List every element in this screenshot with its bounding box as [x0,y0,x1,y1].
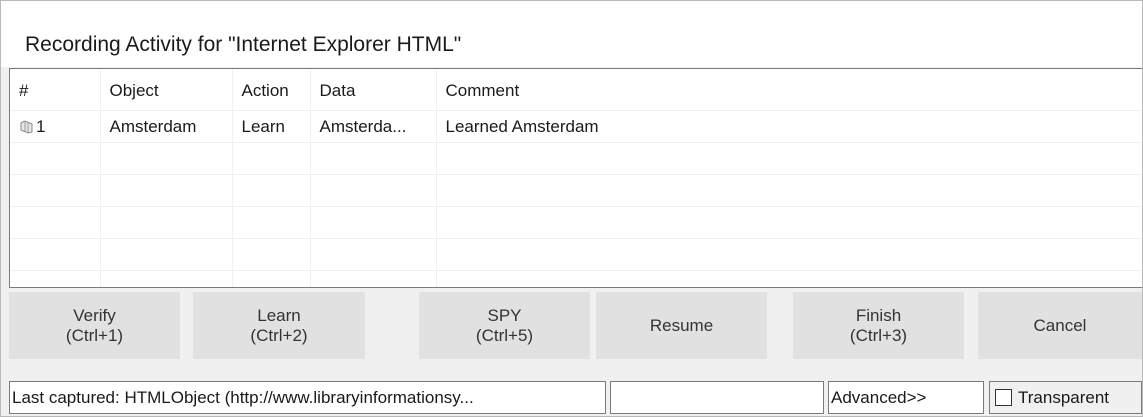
verify-button-label: Verify [73,305,116,325]
table-cell-comment: Learned Amsterdam [436,110,1142,143]
table-cell-data: Amsterda... [310,110,437,143]
button-bar: Verify (Ctrl+1) Learn (Ctrl+2) SPY (Ctrl… [9,292,1142,362]
status-extra-field [610,381,824,414]
last-captured-field: Last captured: HTMLObject (http://www.li… [9,381,606,414]
table-row-empty [10,142,1142,175]
title-bar: Recording Activity for "Internet Explore… [1,1,1142,67]
advanced-button[interactable]: Advanced>> [828,381,984,414]
activity-table: # Object Action Data Comment 1 Amsterdam [10,69,1142,287]
cancel-button-label: Cancel [1033,315,1087,335]
column-header-object[interactable]: Object [100,69,233,111]
row-index: 1 [36,116,46,136]
spy-button[interactable]: SPY (Ctrl+5) [419,292,590,359]
activity-grid[interactable]: # Object Action Data Comment 1 Amsterdam [9,68,1142,288]
table-row[interactable]: 1 Amsterdam Learn Amsterda... Learned Am… [10,110,1142,143]
column-header-data[interactable]: Data [310,69,437,111]
table-cell-index: 1 [10,110,101,143]
column-header-index[interactable]: # [10,69,101,111]
column-header-comment[interactable]: Comment [436,69,1142,111]
recording-row-icon [20,119,33,134]
window-title: Recording Activity for "Internet Explore… [25,33,462,56]
recording-activity-window: Recording Activity for "Internet Explore… [0,0,1143,417]
resume-button[interactable]: Resume [596,292,767,359]
table-cell-object: Amsterdam [100,110,233,143]
finish-button-label: Finish [855,305,902,325]
verify-button-shortcut: (Ctrl+1) [65,325,124,345]
table-row-empty [10,174,1142,207]
status-bar: Last captured: HTMLObject (http://www.li… [9,381,1142,415]
finish-button[interactable]: Finish (Ctrl+3) [793,292,964,359]
learn-button-label: Learn [257,305,301,325]
table-row-empty [10,238,1142,271]
learn-button-shortcut: (Ctrl+2) [250,325,308,345]
cancel-button[interactable]: Cancel [978,292,1142,359]
table-cell-action: Learn [232,110,311,143]
table-header-row: # Object Action Data Comment [10,69,1142,111]
resume-button-label: Resume [649,315,714,335]
transparent-toggle[interactable]: Transparent [989,381,1142,414]
table-row-empty [10,206,1142,239]
spy-button-shortcut: (Ctrl+5) [475,325,534,345]
verify-button[interactable]: Verify (Ctrl+1) [9,292,180,359]
finish-button-shortcut: (Ctrl+3) [849,325,908,345]
column-header-action[interactable]: Action [232,69,311,111]
learn-button[interactable]: Learn (Ctrl+2) [193,292,365,359]
spy-button-label: SPY [487,305,522,325]
transparent-label: Transparent [1018,387,1110,407]
transparent-checkbox[interactable] [995,389,1012,406]
table-row-empty [10,270,1142,287]
